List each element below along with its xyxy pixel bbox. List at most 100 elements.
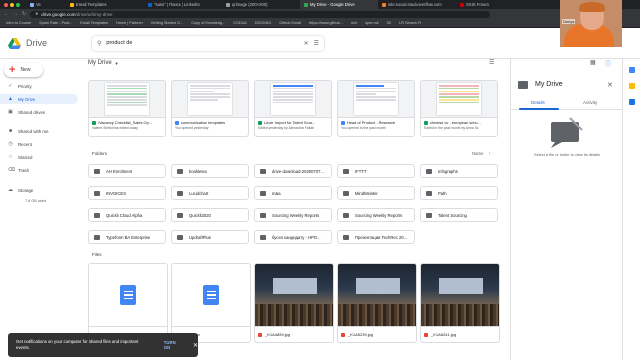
sidebar-item-trash[interactable]: ⌫ Trash <box>0 165 78 175</box>
folder-item[interactable]: Lucidchart <box>171 186 249 200</box>
sidebar-item-shared-with-me[interactable]: ☻ Shared with me <box>0 126 78 136</box>
details-empty-message: Select a file or folder to view its deta… <box>534 152 600 157</box>
folder-item[interactable]: Typeform BA Enterprise <box>88 230 166 244</box>
folder-item[interactable]: Path <box>420 186 498 200</box>
bookmark[interactable]: Getting Started G... <box>151 21 184 25</box>
bookmark[interactable]: DIGGING <box>255 21 271 25</box>
file-item[interactable]: _K1A5239.jpg <box>337 263 417 343</box>
folder-item[interactable]: Quickli Cloud Alpha <box>88 208 166 222</box>
tab-details[interactable]: Details <box>531 100 545 105</box>
folder-item[interactable]: IFTTT <box>337 164 415 178</box>
folder-item[interactable]: drive-download-20200707... <box>254 164 332 178</box>
folder-item[interactable]: Infographs <box>420 164 498 178</box>
folder-item[interactable]: AH Enrolment <box>88 164 166 178</box>
close-icon[interactable]: ✕ <box>193 342 198 349</box>
sidebar-item-recent[interactable]: ◷ Recent <box>0 139 78 149</box>
folder-item[interactable]: Sourcing Weekly Reports <box>254 208 332 222</box>
close-icon[interactable]: ✕ <box>607 81 613 89</box>
bookmark[interactable]: Intro to Course <box>6 21 31 25</box>
quick-access-card[interactable]: Head of Product - Research You opened in… <box>337 80 415 137</box>
sidebar-item-starred[interactable]: ☆ Starred <box>0 152 78 162</box>
bookmark[interactable]: Email Templates <box>80 21 108 25</box>
folder-item[interactable]: бусел кандидату - НРО... <box>254 230 332 244</box>
window-controls[interactable] <box>4 3 20 7</box>
keep-icon[interactable] <box>628 83 635 89</box>
address-bar[interactable]: ● drive.google.com/drive/u/0/my-drive <box>30 10 491 18</box>
file-item[interactable]: _K1A5241.jpg <box>420 263 500 343</box>
minimize-window-icon[interactable] <box>10 3 14 7</box>
folder-item[interactable]: Sourcing Weekly Reports <box>337 208 415 222</box>
browser-tab-active[interactable]: My Drive - Google Drive <box>300 0 378 9</box>
tab-activity[interactable]: Activity <box>583 100 597 105</box>
info-icon[interactable]: ⓘ <box>605 59 611 68</box>
docs-file-icon <box>120 285 136 305</box>
shared-folder-icon <box>94 190 100 196</box>
file-item[interactable] <box>88 263 168 343</box>
folder-item[interactable]: UpdraftPlus <box>171 230 249 244</box>
folder-item[interactable]: INVOICES <box>88 186 166 200</box>
location-dropdown[interactable]: My Drive ▼ <box>88 59 119 67</box>
browser-tab[interactable]: "sass" | Поиск | LinkedIn <box>144 0 222 9</box>
file-item[interactable]: _K1A4859.jpg <box>254 263 334 343</box>
folder-name: AH Enrolment <box>106 168 133 174</box>
browser-tab[interactable]: SSIS Forum <box>456 0 534 9</box>
browser-tab[interactable]: site:social.stackoverflow.com <box>378 0 456 9</box>
card-subtitle: You opened yesterday <box>175 126 209 130</box>
tasks-icon[interactable] <box>628 99 635 105</box>
bookmark[interactable]: open all <box>365 21 378 25</box>
search-box[interactable]: ⚲ product de ✕ ☰ <box>92 35 324 51</box>
bookmark[interactable]: 3K <box>386 21 391 25</box>
quick-access-card[interactable]: communication templates You opened yeste… <box>171 80 249 137</box>
clear-search-icon[interactable]: ✕ <box>304 40 309 47</box>
bookmark[interactable]: Home | Patreon <box>116 21 143 25</box>
photo-thumbnail <box>338 264 416 326</box>
folder-item[interactable]: m&a <box>254 186 332 200</box>
bookmark[interactable]: rich <box>351 21 357 25</box>
browser-tab[interactable]: Ve <box>26 0 66 9</box>
sidebar-item-my-drive[interactable]: ▲ My Drive <box>0 94 78 104</box>
folder-item[interactable]: MindMeister <box>337 186 415 200</box>
search-options-icon[interactable]: ☰ <box>314 40 319 47</box>
folder-name: Path <box>438 190 447 196</box>
close-window-icon[interactable] <box>4 3 8 7</box>
folder-item[interactable]: Презентации TechRec 20... <box>337 230 415 244</box>
folder-icon <box>177 234 183 240</box>
search-icon[interactable]: ⚲ <box>97 40 101 47</box>
select-item-illustration-icon <box>551 117 583 148</box>
back-icon[interactable]: ← <box>4 11 9 17</box>
calendar-icon[interactable] <box>628 67 635 73</box>
sidebar-item-priority[interactable]: ✓ Priority <box>0 81 78 91</box>
new-button[interactable]: + New <box>4 63 43 77</box>
bookmark[interactable]: LR Search R <box>399 21 421 25</box>
folder-item[interactable]: Quickli2020 <box>171 208 249 222</box>
drive-logo[interactable]: Drive <box>8 37 86 49</box>
tab-label: Email Templates <box>76 2 107 7</box>
turn-on-button[interactable]: TURN ON <box>164 340 183 350</box>
browser-tab[interactable]: Email Templates <box>66 0 144 9</box>
quick-access-card[interactable]: !Vacancy Checklist_Sales Op... Valerie S… <box>88 80 166 137</box>
bookmark[interactable]: Github Email <box>279 21 301 25</box>
search-input[interactable]: product de <box>106 40 298 46</box>
reload-icon[interactable]: ↻ <box>22 11 26 17</box>
browser-tab-strip: Ve Email Templates "sass" | Поиск | Link… <box>0 0 640 9</box>
folder-name: UpdraftPlus <box>189 234 211 240</box>
bookmark[interactable]: https://www.github... <box>309 21 343 25</box>
folder-item[interactable]: Talent Sourcing <box>420 208 498 222</box>
folder-item[interactable]: bookletex <box>171 164 249 178</box>
sort-control[interactable]: Name ↑ <box>472 151 491 156</box>
bookmark[interactable]: Copy of Knowledg... <box>191 21 225 25</box>
sidebar-item-storage[interactable]: ☁ Storage <box>0 185 78 195</box>
bookmark[interactable]: Spam Rate - Post... <box>39 21 72 25</box>
quick-access-card[interactable]: Lever Import for Talent Sour... Edited y… <box>254 80 332 137</box>
quick-access-card[interactable]: chinese cv - european scho... Edited in … <box>420 80 498 137</box>
list-view-icon[interactable]: ☰ <box>489 59 494 66</box>
maximize-window-icon[interactable] <box>16 3 20 7</box>
forward-icon[interactable]: → <box>13 11 18 17</box>
arrow-up-icon[interactable]: ↑ <box>488 151 490 156</box>
browser-tab[interactable]: qrimage (200×200) <box>222 0 300 9</box>
grid-view-icon[interactable]: ▦ <box>590 59 596 66</box>
file-item[interactable]: ...ched (1).csv <box>171 263 251 343</box>
bookmark[interactable]: CODAA <box>233 21 247 25</box>
folder-name: Talent Sourcing <box>438 212 467 218</box>
sidebar-item-shared-drives[interactable]: ▣ Shared drives <box>0 107 78 117</box>
